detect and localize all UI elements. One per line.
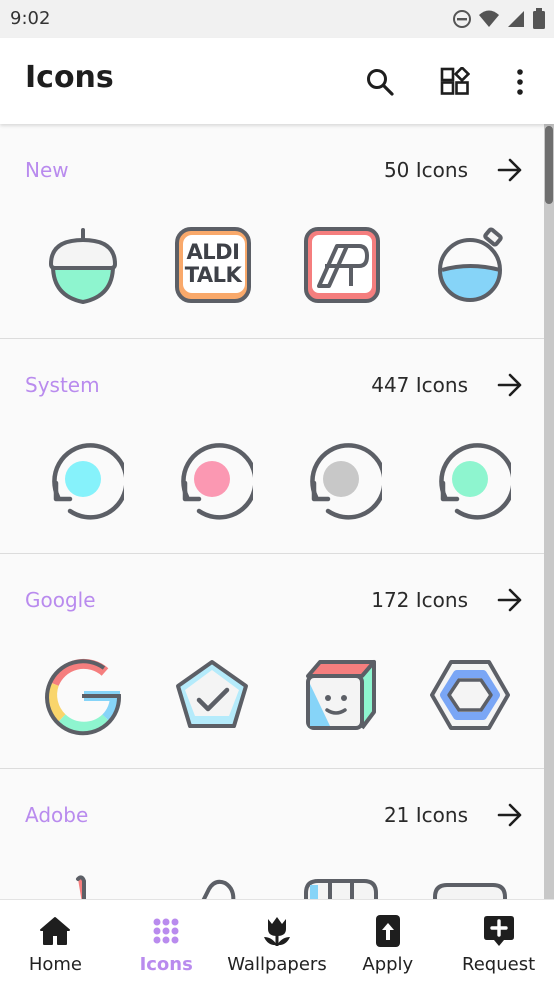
gray-refresh-icon[interactable]: [300, 439, 382, 521]
apply-icon: [375, 915, 400, 947]
hexagon-icon[interactable]: [429, 654, 511, 736]
section-new[interactable]: New 50 Icons ALDI TALK: [0, 124, 554, 339]
section-title: New: [25, 158, 69, 182]
section-google[interactable]: Google 172 Icons: [0, 554, 554, 769]
more-vert-icon: [517, 69, 523, 95]
nav-apply[interactable]: Apply: [332, 900, 443, 985]
nav-icons[interactable]: Icons: [111, 900, 222, 985]
aldi-line1: ALDI: [186, 240, 240, 264]
cyan-refresh-icon[interactable]: [42, 439, 124, 521]
section-title: System: [25, 373, 100, 397]
section-title: Adobe: [25, 803, 89, 827]
section-count: 50 Icons: [383, 158, 468, 182]
adobe-1-icon[interactable]: [42, 875, 124, 899]
potion-icon[interactable]: [430, 224, 512, 306]
adobe-4-icon[interactable]: [429, 875, 511, 899]
section-count: 21 Icons: [383, 803, 468, 827]
signal-icon: [508, 11, 524, 27]
app-bar: Icons: [0, 38, 554, 124]
page-title: Icons: [25, 60, 114, 95]
adobe-3-icon[interactable]: [300, 875, 382, 899]
aldi-line2: TALK: [184, 263, 242, 287]
green-refresh-icon[interactable]: [429, 439, 511, 521]
nav-label: Wallpapers: [227, 954, 327, 975]
icon-categories-list[interactable]: New 50 Icons ALDI TALK System 447 Icons …: [0, 124, 554, 899]
cube-face-icon[interactable]: [300, 654, 382, 736]
search-icon: [367, 69, 394, 96]
status-time: 9:02: [10, 8, 51, 29]
battery-icon: [533, 8, 545, 29]
aldi-talk-text: ALDI TALK: [172, 241, 254, 287]
home-icon: [40, 917, 71, 945]
wifi-icon: [479, 10, 499, 27]
do-not-disturb-icon: [453, 10, 471, 28]
acorn-icon[interactable]: [42, 224, 124, 306]
arrow-right-icon[interactable]: [496, 586, 524, 614]
nav-home[interactable]: Home: [0, 900, 111, 985]
nav-label: Home: [28, 954, 82, 975]
scrollbar-thumb[interactable]: [545, 126, 553, 204]
search-button[interactable]: [360, 62, 400, 102]
bottom-navigation: Home Icons Wallpapers Apply Request: [0, 899, 554, 985]
overflow-menu-button[interactable]: [500, 62, 540, 102]
widgets-button[interactable]: [435, 62, 475, 102]
pink-refresh-icon[interactable]: [171, 439, 253, 521]
section-title: Google: [25, 588, 96, 612]
section-count: 447 Icons: [371, 373, 468, 397]
status-bar: 9:02: [0, 0, 554, 38]
nav-wallpapers[interactable]: Wallpapers: [222, 900, 333, 985]
scrollbar[interactable]: [544, 124, 554, 899]
arrow-right-icon[interactable]: [496, 801, 524, 829]
grid-icon: [153, 918, 179, 944]
tulip-icon: [263, 917, 290, 946]
ap-icon[interactable]: [301, 224, 383, 306]
section-count: 172 Icons: [371, 588, 468, 612]
section-system[interactable]: System 447 Icons: [0, 339, 554, 554]
arrow-right-icon[interactable]: [496, 156, 524, 184]
pentagon-check-icon[interactable]: [171, 654, 253, 736]
adobe-2-icon[interactable]: [171, 875, 253, 899]
arrow-right-icon[interactable]: [496, 371, 524, 399]
google-icon[interactable]: [42, 654, 124, 736]
nav-label: Icons: [139, 954, 193, 975]
status-icons: [452, 8, 546, 30]
nav-label: Request: [462, 954, 536, 975]
nav-request[interactable]: Request: [443, 900, 554, 985]
request-icon: [483, 916, 514, 946]
aldi-talk-icon[interactable]: ALDI TALK: [172, 224, 254, 306]
nav-label: Apply: [362, 954, 414, 975]
section-adobe[interactable]: Adobe 21 Icons: [0, 769, 554, 899]
widgets-icon: [440, 67, 470, 95]
